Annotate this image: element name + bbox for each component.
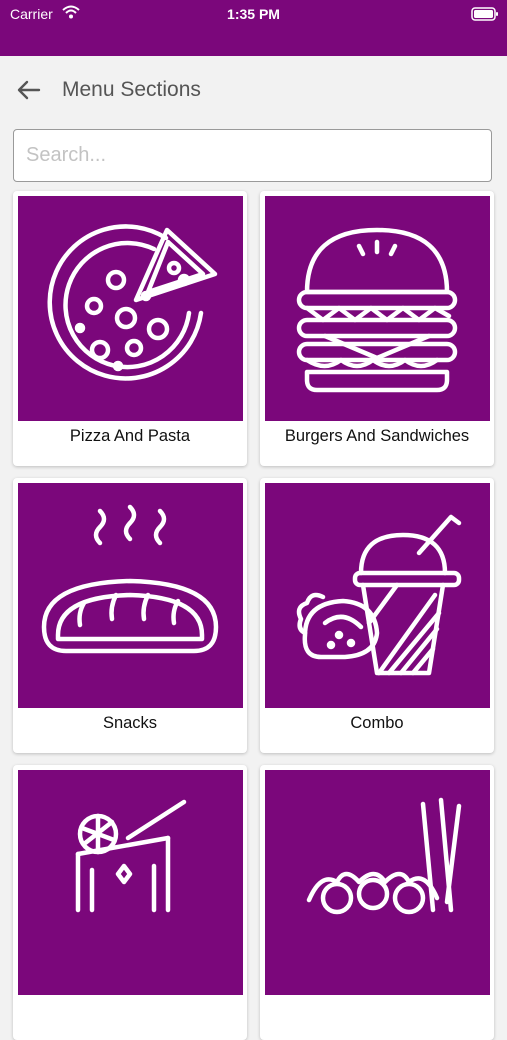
skewer-icon	[306, 797, 462, 915]
section-tile	[18, 196, 243, 421]
section-card-juice[interactable]	[13, 765, 247, 1040]
juice-icon	[75, 799, 187, 913]
search-input[interactable]	[13, 129, 492, 182]
section-card-combo[interactable]: Combo	[260, 478, 494, 753]
section-tile	[18, 483, 243, 708]
section-card-pizza-and-pasta[interactable]: Pizza And Pasta	[13, 191, 247, 466]
section-tile	[265, 770, 490, 995]
section-tile	[265, 483, 490, 708]
drink-taco-icon	[296, 514, 462, 676]
section-card-skewer[interactable]	[260, 765, 494, 1040]
page-title: Menu Sections	[62, 78, 201, 101]
status-time: 1:35 PM	[227, 6, 280, 22]
section-label: Snacks	[102, 714, 158, 732]
section-tile	[265, 196, 490, 421]
bread-icon	[41, 504, 219, 654]
section-card-burgers-and-sandwiches[interactable]: Burgers And Sandwiches	[260, 191, 494, 466]
pizza-icon	[47, 224, 218, 381]
section-tile	[18, 770, 243, 995]
section-label: Pizza And Pasta	[69, 427, 191, 445]
burger-icon	[296, 227, 458, 393]
battery-icon	[471, 7, 498, 21]
section-label: Burgers And Sandwiches	[284, 427, 470, 445]
status-bar: Carrier 1:35 PM	[0, 0, 507, 56]
back-arrow-icon[interactable]	[14, 76, 44, 106]
section-label: Combo	[350, 714, 404, 732]
section-card-snacks[interactable]: Snacks	[13, 478, 247, 753]
